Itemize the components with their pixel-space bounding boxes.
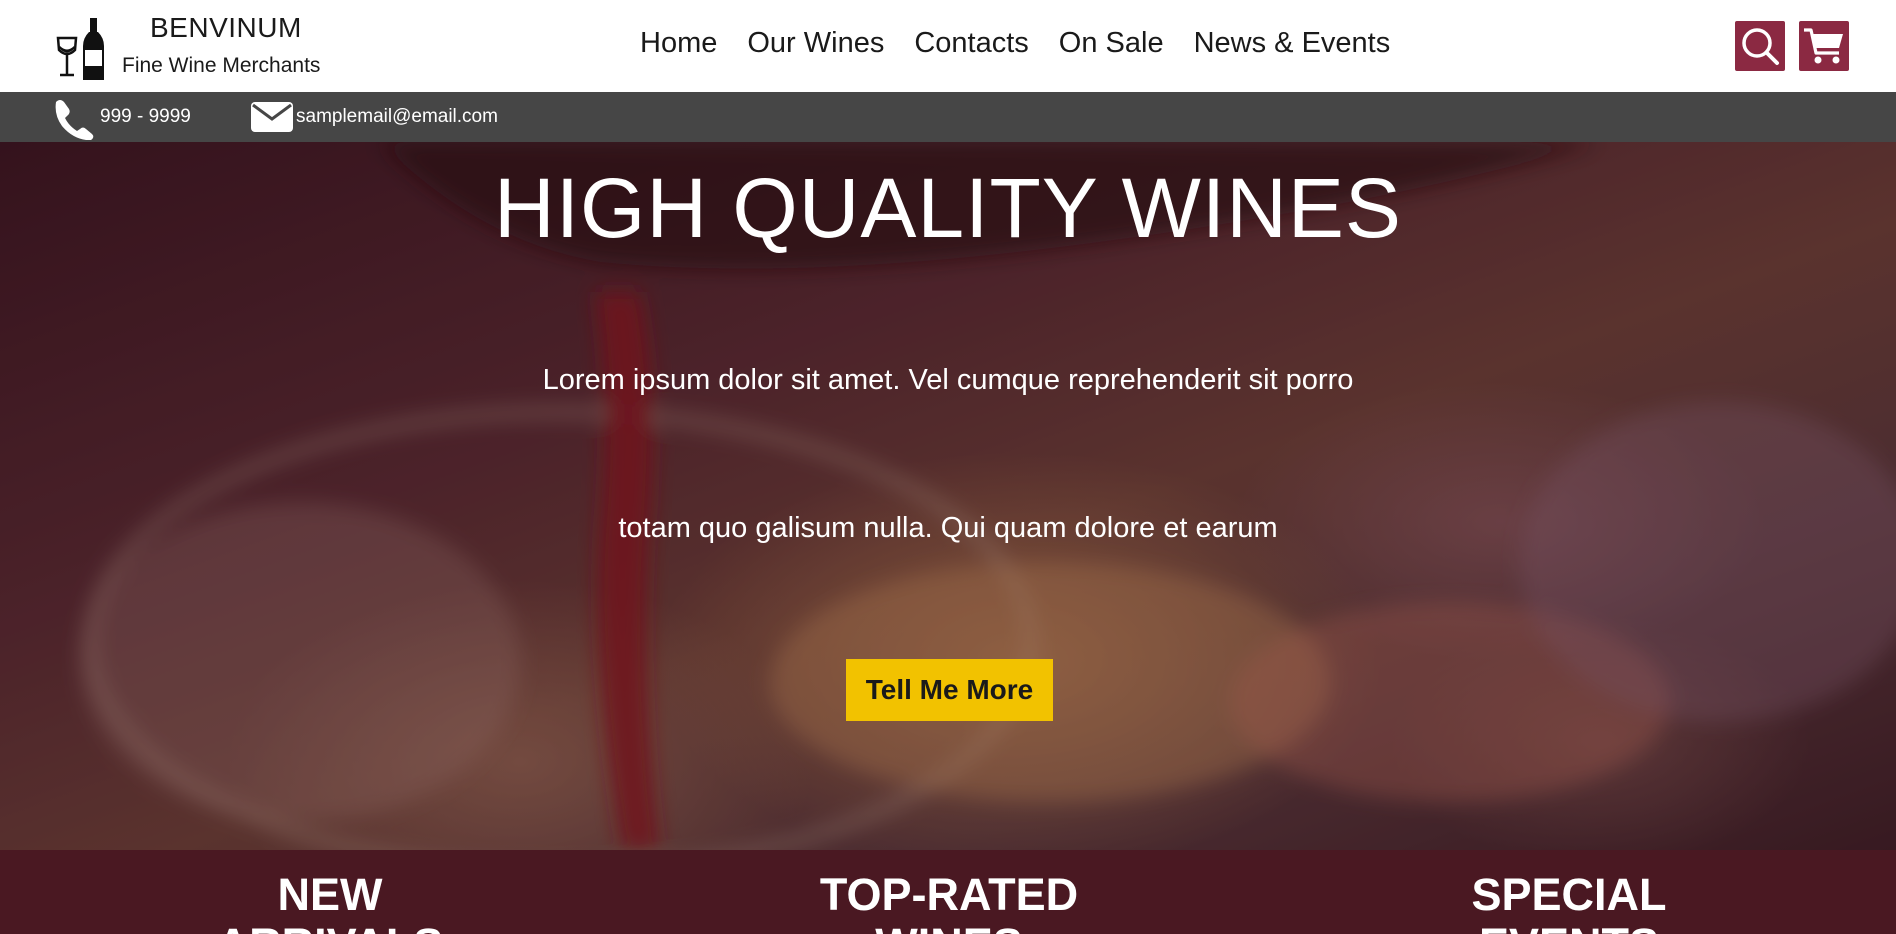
site-header: BENVINUM Fine Wine Merchants Home Our Wi… (0, 0, 1896, 92)
phone-number[interactable]: 999 - 9999 (100, 106, 191, 128)
hero-title: HIGH QUALITY WINES (494, 161, 1402, 255)
search-icon (1742, 28, 1779, 65)
mail-icon (251, 102, 293, 132)
hero-text-line-2: totam quo galisum nulla. Qui quam dolore… (618, 512, 1278, 544)
wine-bottle-glass-icon[interactable] (56, 16, 110, 82)
cart-icon (1804, 28, 1843, 64)
feature-special-events[interactable]: SPECIAL EVENTS (1409, 870, 1729, 934)
nav-news-events[interactable]: News & Events (1194, 27, 1391, 67)
cart-button[interactable] (1799, 21, 1849, 71)
main-nav: Home Our Wines Contacts On Sale News & E… (640, 27, 1390, 67)
brand-tagline: Fine Wine Merchants (122, 54, 321, 77)
nav-contacts[interactable]: Contacts (914, 27, 1028, 67)
search-button[interactable] (1735, 21, 1785, 71)
feature-strip: NEW ARRIVALS TOP-RATED WINES SPECIAL EVE… (0, 850, 1896, 934)
brand-name: BENVINUM (150, 12, 302, 43)
tell-me-more-button[interactable]: Tell Me More (846, 659, 1053, 721)
hero-text-line-1: Lorem ipsum dolor sit amet. Vel cumque r… (542, 364, 1354, 396)
feature-new-arrivals[interactable]: NEW ARRIVALS (170, 870, 490, 934)
contact-bar: 999 - 9999 samplemail@email.com (0, 92, 1896, 142)
phone-icon (55, 100, 94, 140)
nav-on-sale[interactable]: On Sale (1059, 27, 1164, 67)
email-address[interactable]: samplemail@email.com (296, 106, 498, 128)
hero-banner: HIGH QUALITY WINES Lorem ipsum dolor sit… (0, 142, 1896, 850)
nav-home[interactable]: Home (640, 27, 717, 67)
nav-our-wines[interactable]: Our Wines (747, 27, 884, 67)
feature-top-rated-wines[interactable]: TOP-RATED WINES (789, 870, 1109, 934)
